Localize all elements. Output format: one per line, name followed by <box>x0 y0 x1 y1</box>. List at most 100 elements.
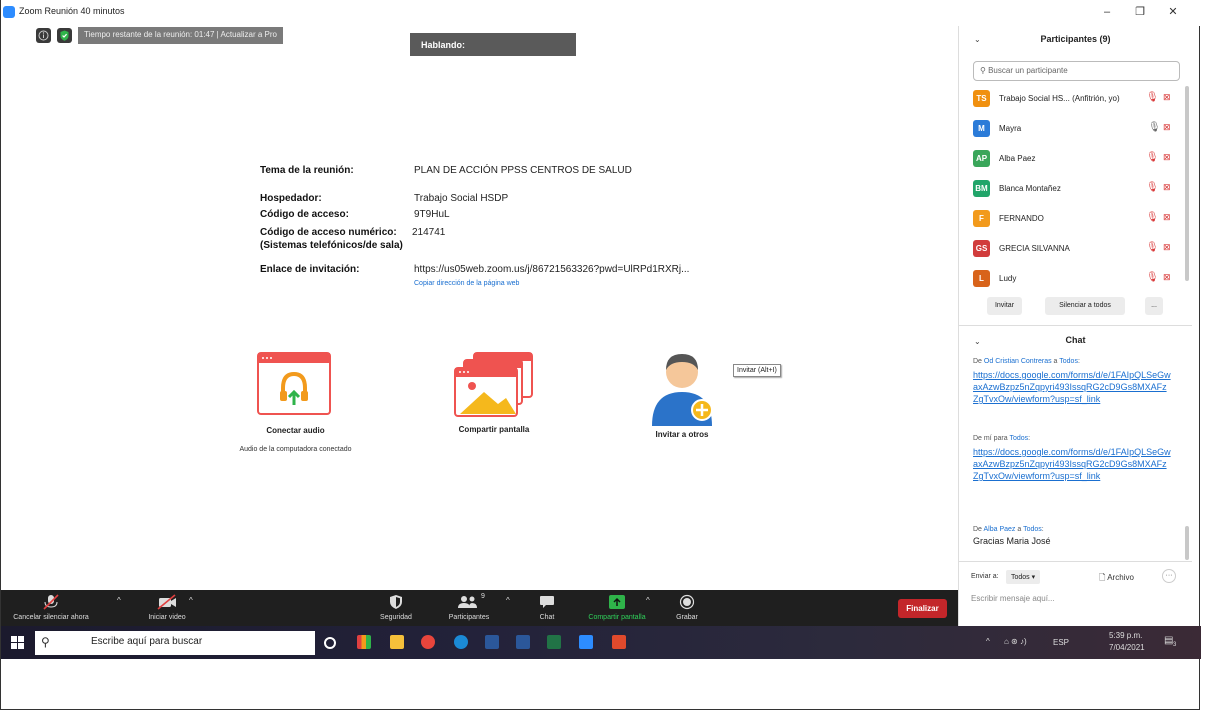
word-icon[interactable] <box>516 635 530 649</box>
send-to-value: Todos <box>1011 574 1030 581</box>
security-shield-icon[interactable] <box>57 28 72 43</box>
participant-search-input[interactable]: ⚲ Buscar un participante <box>973 61 1180 81</box>
chat-to[interactable]: Todos <box>1009 435 1028 442</box>
minimize-button[interactable]: – <box>1096 3 1118 21</box>
zoom-taskbar-icon[interactable] <box>579 635 593 649</box>
video-off-icon[interactable]: ⊠ <box>1163 152 1171 163</box>
share-screen-button[interactable]: Compartir pantalla <box>577 594 657 621</box>
security-label: Seguridad <box>380 614 412 621</box>
chrome-icon[interactable] <box>421 635 435 649</box>
mute-all-button[interactable]: Silenciar a todos <box>1045 297 1125 315</box>
mic-muted-icon[interactable]: 🎙 <box>1146 242 1159 253</box>
chat-sender[interactable]: Od Cristian Contreras <box>984 358 1052 365</box>
excel-icon[interactable] <box>547 635 561 649</box>
chat-link[interactable]: https://docs.google.com/forms/d/e/1FAIpQ… <box>973 446 1171 482</box>
mic-muted-icon[interactable]: 🎙 <box>1146 182 1159 193</box>
participant-row[interactable]: F FERNANDO 🎙 ⊠ <box>973 209 1183 229</box>
mic-muted-icon[interactable]: 🎙 <box>1146 212 1159 223</box>
invite-others-action[interactable]: Invitar a otros <box>637 348 727 439</box>
participants-scrollbar[interactable] <box>1185 86 1189 281</box>
participant-avatar: GS <box>973 240 990 257</box>
send-to-dropdown[interactable]: Todos ▾ <box>1006 570 1041 584</box>
meeting-area: Tiempo restante de la reunión: 01:47 | A… <box>1 26 958 590</box>
unmute-button[interactable]: Cancelar silenciar ahora <box>5 594 97 621</box>
chat-button[interactable]: Chat <box>531 594 563 621</box>
maximize-button[interactable]: ❐ <box>1129 3 1151 21</box>
chat-message: De Od Cristian Contreras a Todos: https:/… <box>973 357 1171 405</box>
participants-button[interactable]: 9 Participantes <box>437 593 501 621</box>
side-panel: ⌄ Participantes (9) ⚲ Buscar un particip… <box>958 26 1192 630</box>
meeting-timer[interactable]: Tiempo restante de la reunión: 01:47 | A… <box>78 27 284 44</box>
mic-muted-icon[interactable]: 🎙 <box>1146 92 1159 103</box>
taskbar-time[interactable]: 5:39 p.m. <box>1109 631 1142 640</box>
video-off-icon[interactable]: ⊠ <box>1163 92 1171 103</box>
chat-scrollbar[interactable] <box>1185 526 1189 560</box>
participants-more-button[interactable]: ... <box>1145 297 1163 315</box>
chat-message-header: De mí para Todos: <box>973 434 1171 443</box>
chat-link[interactable]: https://docs.google.com/forms/d/e/1FAIpQ… <box>973 369 1171 405</box>
chat-sender[interactable]: Alba Paez <box>984 526 1016 533</box>
speaking-indicator: Hablando: <box>410 33 576 56</box>
participant-row[interactable]: GS GRECIA SILVANNA 🎙 ⊠ <box>973 239 1183 259</box>
taskbar-search-box[interactable]: ⚲ Escribe aquí para buscar <box>35 631 315 655</box>
participant-row[interactable]: M Mayra 🎙 ⊠ <box>973 119 1183 139</box>
chat-to[interactable]: Todos <box>1059 358 1078 365</box>
share-screen-action[interactable]: Compartir pantalla <box>438 352 550 434</box>
chat-message-input[interactable]: Escribir mensaje aquí... <box>971 594 1055 603</box>
connect-audio-action[interactable]: Conectar audio Audio de la computadora c… <box>237 352 354 454</box>
security-button[interactable]: Seguridad <box>371 594 421 621</box>
file-label: Archivo <box>1107 573 1134 582</box>
mic-muted-icon[interactable]: 🎙 <box>1146 152 1159 163</box>
chat-more-button[interactable]: ··· <box>1162 569 1176 583</box>
chat-suffix: : <box>1041 526 1044 533</box>
close-button[interactable]: ✕ <box>1162 3 1184 21</box>
record-button[interactable]: Grabar <box>669 594 705 621</box>
app-icon[interactable] <box>485 635 499 649</box>
audio-options-chevron-icon[interactable]: ^ <box>117 596 121 605</box>
share-screen-label: Compartir pantalla <box>458 425 530 434</box>
cortana-icon[interactable] <box>324 637 336 649</box>
video-off-icon[interactable]: ⊠ <box>1163 242 1171 253</box>
edge-icon[interactable] <box>454 635 468 649</box>
chat-to[interactable]: Todos <box>1023 526 1042 533</box>
video-off-icon[interactable]: ⊠ <box>1163 212 1171 223</box>
participant-row[interactable]: BM Blanca Montañez 🎙 ⊠ <box>973 179 1183 199</box>
video-off-icon[interactable]: ⊠ <box>1163 182 1171 193</box>
chat-prefix: De mí para <box>973 435 1010 442</box>
language-indicator[interactable]: ESP <box>1053 638 1069 647</box>
notification-count: 3 <box>1173 642 1177 648</box>
video-options-chevron-icon[interactable]: ^ <box>189 596 193 605</box>
chat-message-header: De Od Cristian Contreras a Todos: <box>973 357 1171 366</box>
participant-avatar: AP <box>973 150 990 167</box>
start-video-button[interactable]: Iniciar video <box>141 594 193 621</box>
file-explorer-icon[interactable] <box>390 635 404 649</box>
video-off-icon[interactable]: ⊠ <box>1163 122 1171 133</box>
meeting-toolbar: Cancelar silenciar ahora ^ Iniciar video… <box>1 590 958 626</box>
participant-row[interactable]: AP Alba Paez 🎙 ⊠ <box>973 149 1183 169</box>
info-icon[interactable] <box>36 28 51 43</box>
mic-muted-icon[interactable]: 🎙 <box>1146 272 1159 283</box>
unmute-label: Cancelar silenciar ahora <box>13 614 89 621</box>
chat-prefix: De <box>973 526 984 533</box>
task-view-icon[interactable] <box>357 635 371 649</box>
windows-start-icon[interactable] <box>11 636 24 649</box>
invite-button[interactable]: Invitar <box>987 297 1022 315</box>
taskbar-date[interactable]: 7/04/2021 <box>1109 643 1145 652</box>
share-arrow-icon <box>609 595 625 609</box>
record-icon <box>679 594 695 610</box>
video-off-icon[interactable]: ⊠ <box>1163 272 1171 283</box>
chat-title: Chat <box>1065 335 1086 345</box>
powerpoint-icon[interactable] <box>612 635 626 649</box>
copy-link-button[interactable]: Copiar dirección de la página web <box>414 280 519 287</box>
tray-status-icons[interactable]: ⌂ ⊛ ♪) <box>1004 637 1027 646</box>
chat-prefix: De <box>973 358 984 365</box>
start-video-label: Iniciar video <box>148 614 186 621</box>
mic-icon[interactable]: 🎙 <box>1148 122 1161 133</box>
end-meeting-button[interactable]: Finalizar <box>898 599 947 618</box>
participants-chevron-icon[interactable]: ^ <box>506 596 510 605</box>
share-options-chevron-icon[interactable]: ^ <box>646 596 650 605</box>
tray-chevron-icon[interactable]: ^ <box>986 637 990 646</box>
participant-row[interactable]: L Ludy 🎙 ⊠ <box>973 269 1183 289</box>
file-button[interactable]: 🗋 Archivo <box>1099 572 1134 586</box>
participant-row[interactable]: TS Trabajo Social HS... (Anfitrión, yo) 🎙 ⊠ <box>973 89 1183 109</box>
